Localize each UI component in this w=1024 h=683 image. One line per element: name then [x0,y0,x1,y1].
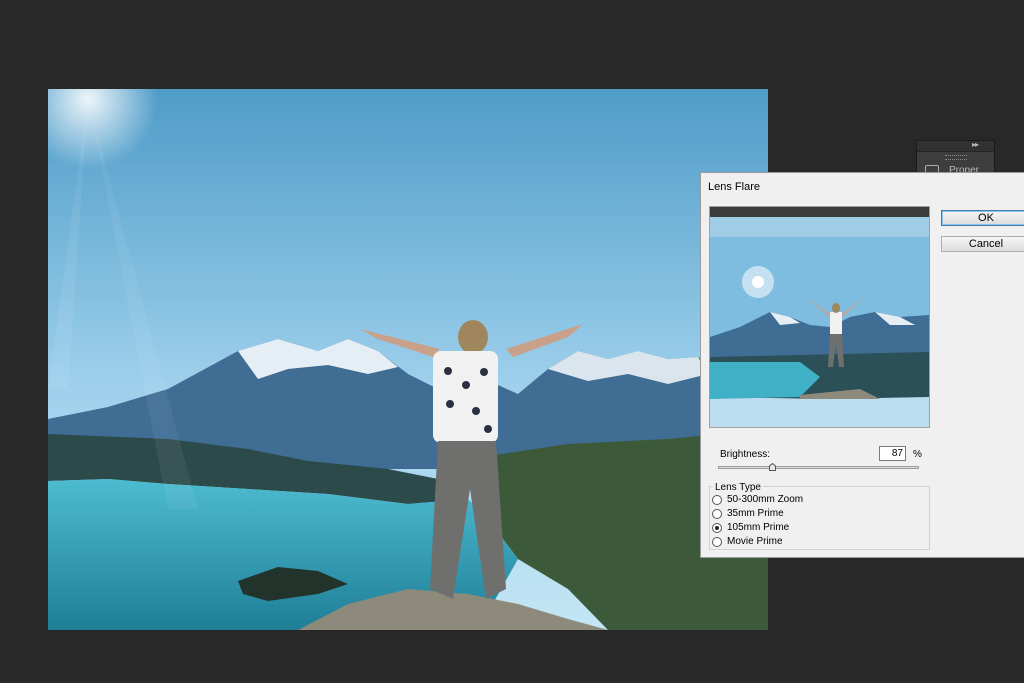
radio-unchecked-icon[interactable] [712,494,722,505]
lens-type-option-label: 105mm Prime [727,522,790,533]
flare-preview[interactable] [709,206,930,428]
lens-type-option[interactable]: 50-300mm Zoom [712,493,803,506]
lens-type-option[interactable]: 35mm Prime [712,507,784,520]
lens-type-option-label: 50-300mm Zoom [727,494,804,505]
brightness-slider-track[interactable] [718,466,919,469]
expand-panels-icon[interactable]: ▸▸ [972,140,979,149]
brightness-slider-thumb[interactable] [769,463,777,471]
brightness-unit: % [913,449,922,460]
canvas-photo[interactable] [48,89,768,630]
lens-type-option-label: Movie Prime [727,536,783,547]
lens-flare-dialog: Lens Flare OK Cancel Brightness: % [700,172,1024,558]
dock-grip[interactable] [945,155,967,160]
lens-type-option[interactable]: 105mm Prime [712,521,789,534]
ok-button[interactable]: OK [941,210,1024,226]
preview-dark-band [710,207,929,217]
lens-type-option[interactable]: Movie Prime [712,535,783,548]
brightness-input[interactable] [879,446,906,461]
lens-type-option-label: 35mm Prime [727,508,784,519]
brightness-label: Brightness: [720,449,771,460]
radio-checked-icon[interactable] [712,522,722,533]
dialog-title: Lens Flare [708,181,760,193]
radio-unchecked-icon[interactable] [712,508,722,519]
photo-artwork [48,89,768,630]
lens-type-legend: Lens Type [713,482,763,493]
cancel-button[interactable]: Cancel [941,236,1024,252]
preview-thumbnail [710,217,929,427]
dock-header[interactable]: ▸▸ [917,140,994,152]
radio-unchecked-icon[interactable] [712,536,722,547]
